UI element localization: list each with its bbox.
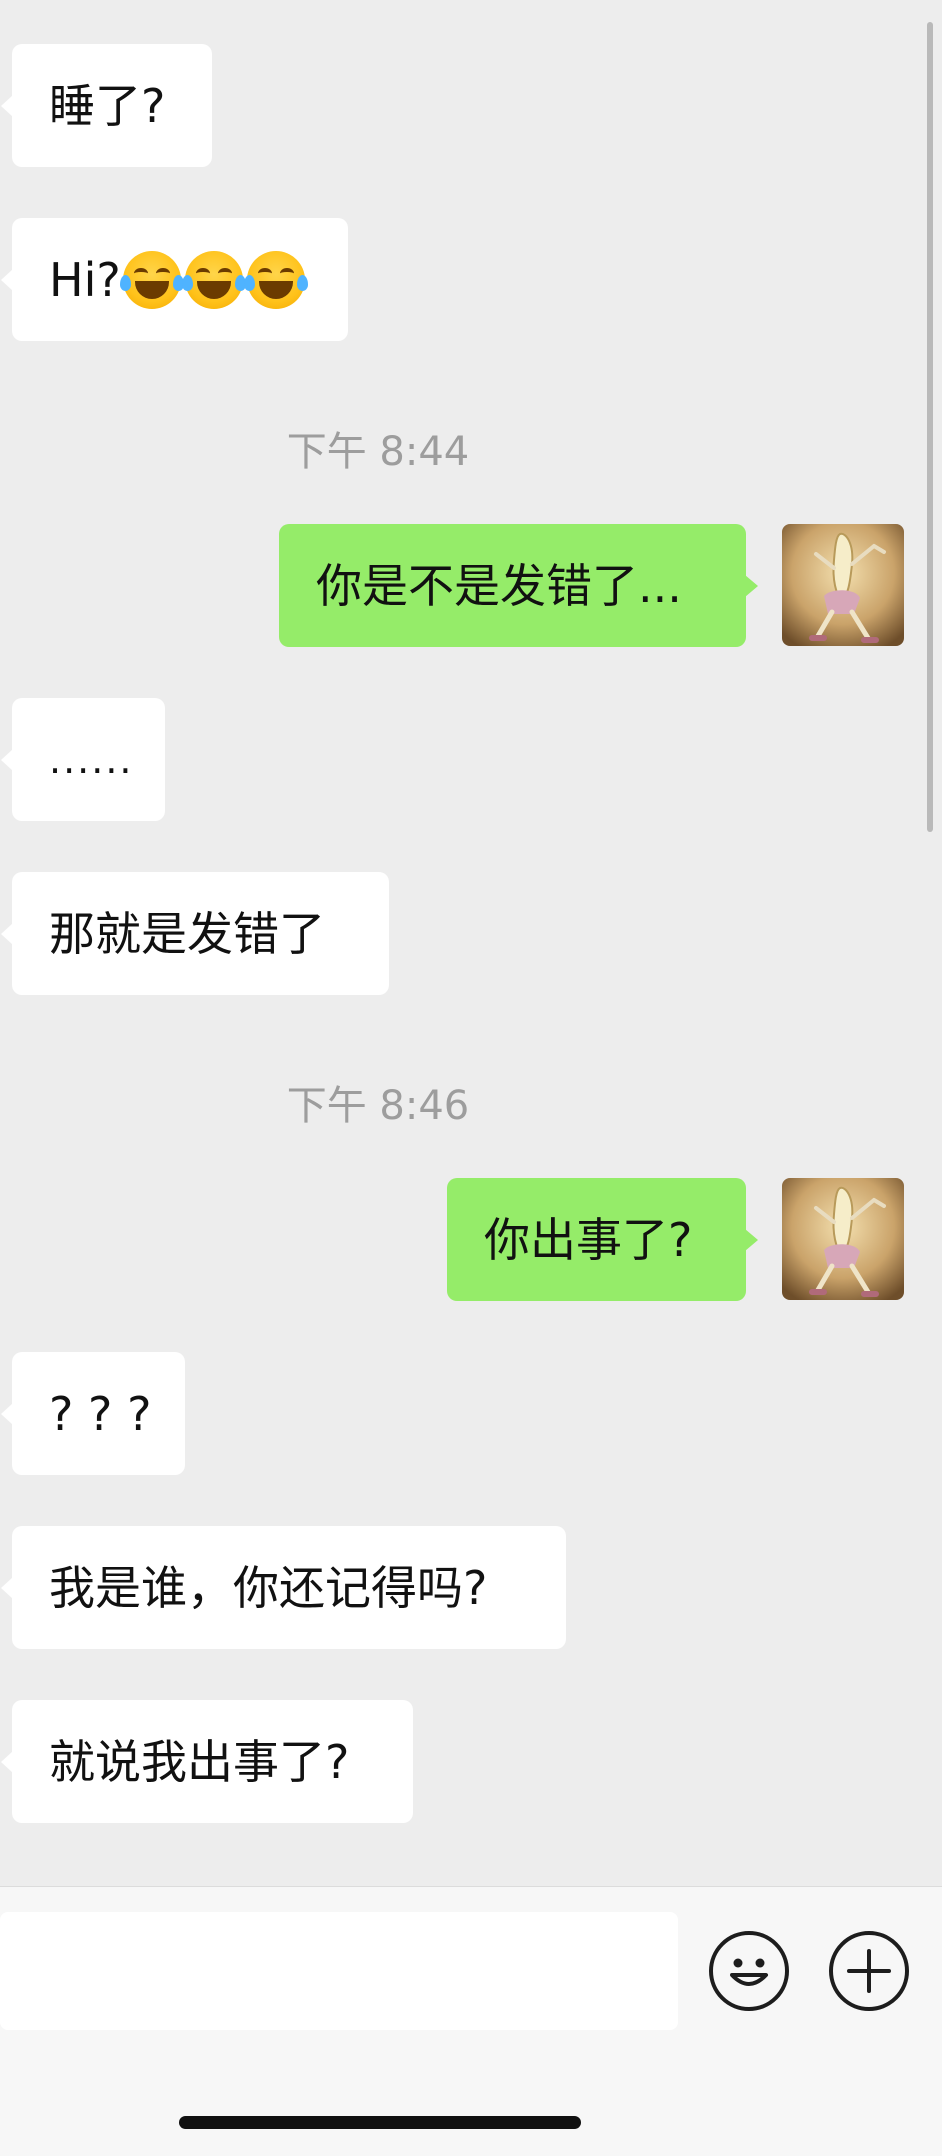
message-input-bar [0,1886,942,2156]
message-text: ? ? ? [49,1386,152,1441]
outgoing-message-bubble[interactable]: 你出事了? [447,1178,758,1301]
more-options-button[interactable] [829,1931,909,2011]
message-text: 就说我出事了? [49,1734,350,1789]
message-text: 睡了? [49,78,166,133]
incoming-message-bubble[interactable]: ...... [1,698,165,821]
message-text: ...... [49,737,134,782]
tears-of-joy-emoji-icon [243,250,308,309]
incoming-message-bubble[interactable]: Hi? [1,218,348,341]
home-indicator[interactable] [179,2116,581,2129]
chat-scrollbar[interactable] [927,22,933,832]
incoming-message-bubble[interactable]: 睡了? [1,44,212,167]
incoming-message-bubble[interactable]: 我是谁，你还记得吗? [1,1526,566,1649]
message-text: Hi? [49,252,121,307]
tears-of-joy-emoji-icon [181,250,246,309]
user-avatar[interactable] [782,524,904,646]
incoming-message-bubble[interactable]: 那就是发错了 [1,872,389,995]
message-text: 你出事了? [484,1212,693,1267]
emoji-button[interactable] [709,1931,789,2011]
message-text: 那就是发错了 [49,906,325,961]
plus-circle-icon [847,1949,891,1993]
outgoing-message-bubble[interactable]: 你是不是发错了... [279,524,758,647]
message-timestamp: 下午 8:46 [286,1083,470,1129]
tears-of-joy-emoji-icon [119,250,184,309]
chat-message-list[interactable]: 睡了? Hi? 下午 8:44 你是不是发错了... ...... 那就是发错了… [0,0,942,1886]
banana-character-avatar-icon [782,524,904,646]
user-avatar[interactable] [782,1178,904,1300]
message-timestamp: 下午 8:44 [286,429,470,475]
message-text: 你是不是发错了... [316,558,682,613]
incoming-message-bubble[interactable]: 就说我出事了? [1,1700,413,1823]
smiley-face-icon [730,1958,768,1986]
message-text: 我是谁，你还记得吗? [49,1560,488,1615]
incoming-message-bubble[interactable]: ? ? ? [1,1352,185,1475]
banana-character-avatar-icon [782,1178,904,1300]
message-input[interactable] [0,1912,678,2030]
